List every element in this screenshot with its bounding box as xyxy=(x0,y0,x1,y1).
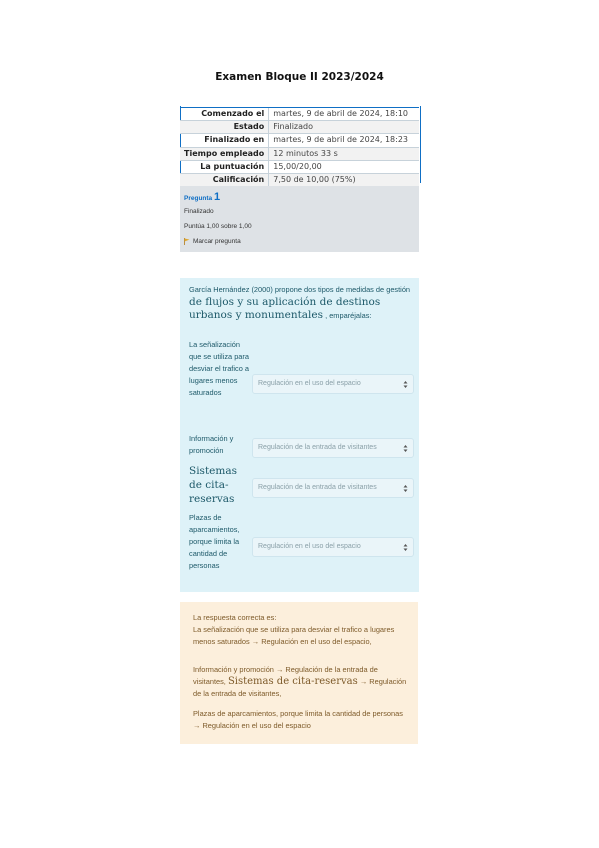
prompt-text-3: , emparéjalas: xyxy=(325,311,372,320)
summary-value: 7,50 de 10,00 (75%) xyxy=(268,172,419,187)
feedback-line: Información y promoción → Regulación de … xyxy=(193,664,408,700)
match-select[interactable]: Regulación en el uso del espacio xyxy=(252,374,414,394)
summary-label: La puntuación xyxy=(180,159,269,174)
summary-value: martes, 9 de abril de 2024, 18:10 xyxy=(268,106,419,121)
question-score: Puntúa 1,00 sobre 1,00 xyxy=(184,223,252,230)
flag-question-link[interactable]: Marcar pregunta xyxy=(184,238,241,245)
match-select-value: Regulación de la entrada de visitantes xyxy=(258,444,377,451)
question-label: Pregunta xyxy=(184,195,213,202)
summary-label: Tiempo empleado xyxy=(180,146,269,161)
summary-row: Calificación 7,50 de 10,00 (75%) xyxy=(180,172,419,187)
summary-row: Estado Finalizado xyxy=(180,120,419,134)
match-row-label: Información y promoción xyxy=(189,434,234,455)
match-select-value: Regulación de la entrada de visitantes xyxy=(258,484,377,491)
summary-value: 12 minutos 33 s xyxy=(268,146,419,161)
correct-answer-feedback: La respuesta correcta es: La señalizació… xyxy=(180,602,418,744)
feedback-line: Plazas de aparcamientos, porque limita l… xyxy=(193,709,403,730)
select-arrows-icon xyxy=(403,544,408,551)
feedback-text-serif: Sistemas de cita-reservas xyxy=(227,676,358,687)
match-row-label: Plazas de aparcamientos, porque limita l… xyxy=(189,513,240,570)
select-arrows-icon xyxy=(403,381,408,388)
match-select-value: Regulación en el uso del espacio xyxy=(258,543,361,550)
summary-value: Finalizado xyxy=(268,120,419,134)
summary-value: martes, 9 de abril de 2024, 18:23 xyxy=(268,133,419,148)
page-title: Examen Bloque II 2023/2024 xyxy=(215,71,384,83)
summary-row: Tiempo empleado 12 minutos 33 s xyxy=(180,146,419,161)
flag-question-label: Marcar pregunta xyxy=(193,238,241,246)
summary-row: Finalizado en martes, 9 de abril de 2024… xyxy=(180,133,419,148)
feedback-heading: La respuesta correcta es: xyxy=(193,613,277,622)
select-arrows-icon xyxy=(403,445,408,452)
summary-row: Comenzado el martes, 9 de abril de 2024,… xyxy=(180,106,419,121)
prompt-text-1: García Hernández (2000) propone dos tipo… xyxy=(189,285,411,294)
question-prompt: García Hernández (2000) propone dos tipo… xyxy=(189,284,414,322)
question-number-value: 1 xyxy=(213,191,221,203)
match-select[interactable]: Regulación en el uso del espacio xyxy=(252,537,414,557)
feedback-line: La señalización que se utiliza para desv… xyxy=(193,625,395,646)
match-row-label: Sistemas de cita-reservas xyxy=(189,464,251,506)
question-status: Finalizado xyxy=(184,208,214,215)
summary-value: 15,00/20,00 xyxy=(268,159,419,174)
match-row-label-text: Sistemas de cita-reservas xyxy=(189,465,237,505)
match-select[interactable]: Regulación de la entrada de visitantes xyxy=(252,438,414,458)
summary-label: Comenzado el xyxy=(180,106,269,121)
match-select[interactable]: Regulación de la entrada de visitantes xyxy=(252,478,414,498)
summary-label: Estado xyxy=(180,120,269,134)
question-number: Pregunta 1 xyxy=(184,191,220,203)
match-row-label: La señalización que se utiliza para desv… xyxy=(189,340,249,397)
select-arrows-icon xyxy=(403,485,408,492)
attempt-summary-table: Comenzado el martes, 9 de abril de 2024,… xyxy=(180,106,419,187)
question-content: García Hernández (2000) propone dos tipo… xyxy=(180,278,419,592)
summary-label: Finalizado en xyxy=(180,133,269,148)
question-info-panel: Pregunta 1 Finalizado Puntúa 1,00 sobre … xyxy=(180,186,419,252)
match-select-value: Regulación en el uso del espacio xyxy=(258,380,361,387)
flag-icon xyxy=(184,238,190,245)
summary-row: La puntuación 15,00/20,00 xyxy=(180,159,419,174)
summary-label: Calificación xyxy=(180,172,269,187)
